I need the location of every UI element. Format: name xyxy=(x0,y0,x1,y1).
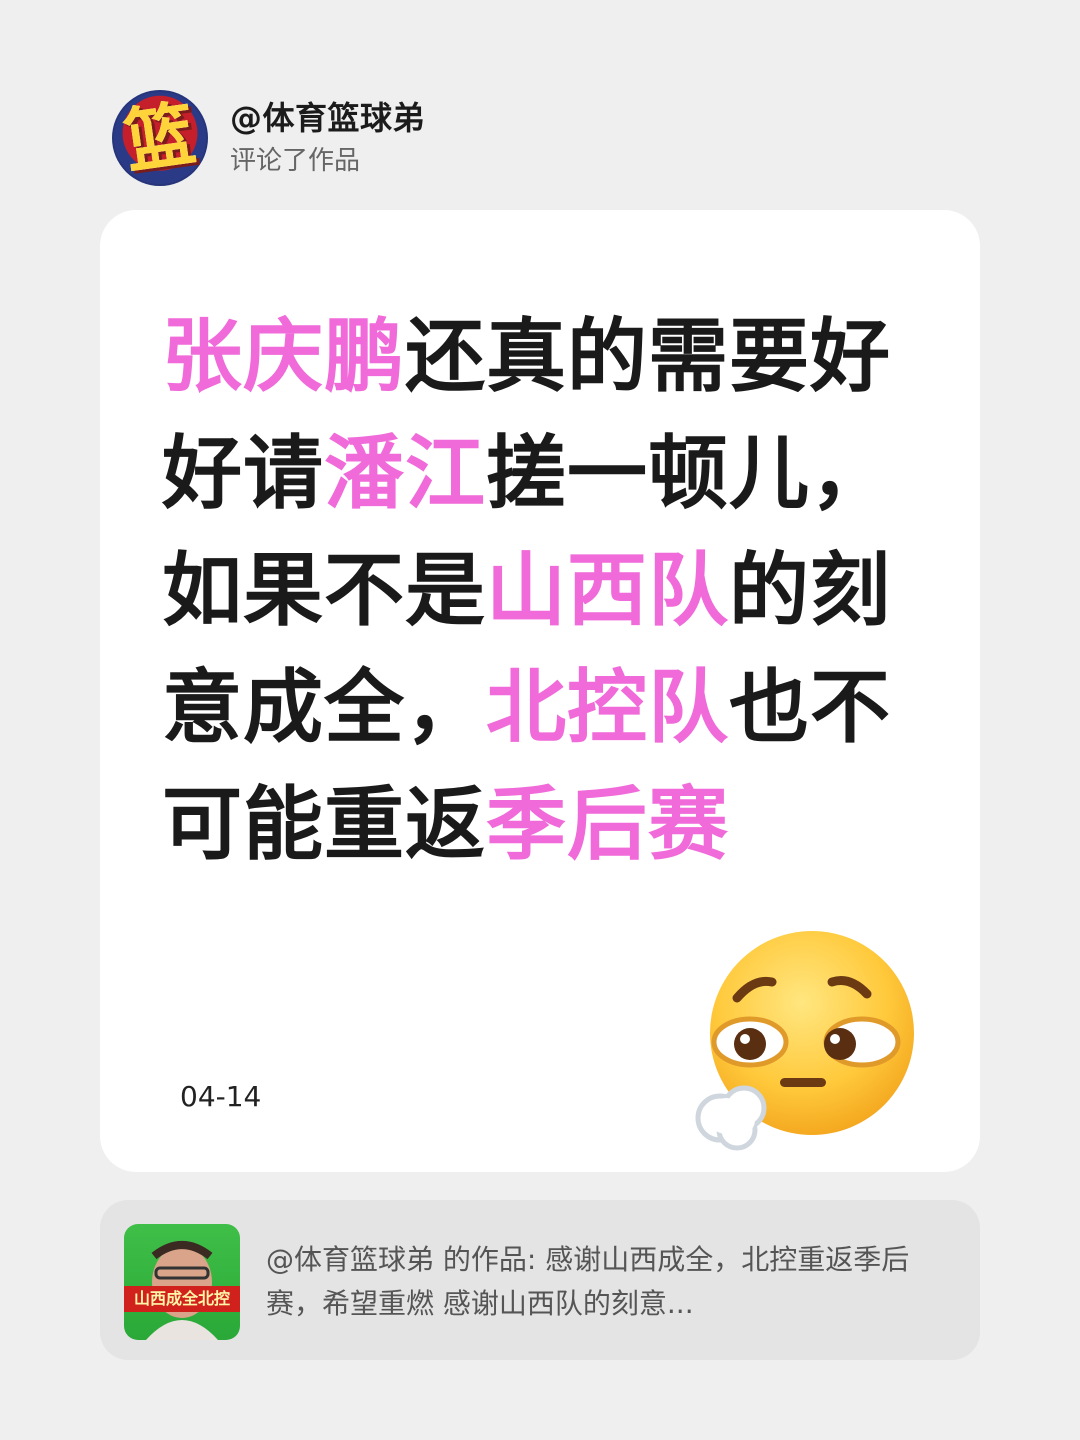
work-thumbnail[interactable]: 山西成全北控 xyxy=(124,1224,240,1340)
comment-header: 篮 @体育篮球弟 评论了作品 xyxy=(112,90,425,186)
avatar[interactable]: 篮 xyxy=(112,90,208,186)
comment-card: 张庆鹏还真的需要好好请潘江搓一顿儿，如果不是山西队的刻意成全，北控队也不可能重返… xyxy=(100,210,980,1172)
comment-highlight: 张庆鹏 xyxy=(162,310,405,403)
share-card-page: 篮 @体育篮球弟 评论了作品 张庆鹏还真的需要好好请潘江搓一顿儿，如果不是山西队… xyxy=(0,0,1080,1440)
comment-text: 张庆鹏还真的需要好好请潘江搓一顿儿，如果不是山西队的刻意成全，北控队也不可能重返… xyxy=(162,298,932,883)
avatar-glyph: 篮 xyxy=(119,92,201,184)
referenced-work[interactable]: 山西成全北控 @体育篮球弟 的作品: 感谢山西成全，北控重返季后赛，希望重燃 感… xyxy=(100,1200,980,1360)
header-text: @体育篮球弟 评论了作品 xyxy=(230,99,425,177)
thumbnail-caption: 山西成全北控 xyxy=(124,1286,240,1312)
comment-date: 04-14 xyxy=(180,1080,262,1113)
comment-highlight: 北控队 xyxy=(486,661,729,754)
referenced-work-text[interactable]: @体育篮球弟 的作品: 感谢山西成全，北控重返季后赛，希望重燃 感谢山西队的刻意… xyxy=(266,1238,956,1326)
comment-highlight: 山西队 xyxy=(486,544,729,637)
comment-highlight: 潘江 xyxy=(324,427,486,520)
comment-highlight: 季后赛 xyxy=(486,778,729,871)
username[interactable]: @体育篮球弟 xyxy=(230,99,425,137)
face-exhaling-emoji xyxy=(695,931,914,1151)
presenter-thumbnail-icon xyxy=(146,1241,218,1340)
action-label: 评论了作品 xyxy=(230,145,361,176)
